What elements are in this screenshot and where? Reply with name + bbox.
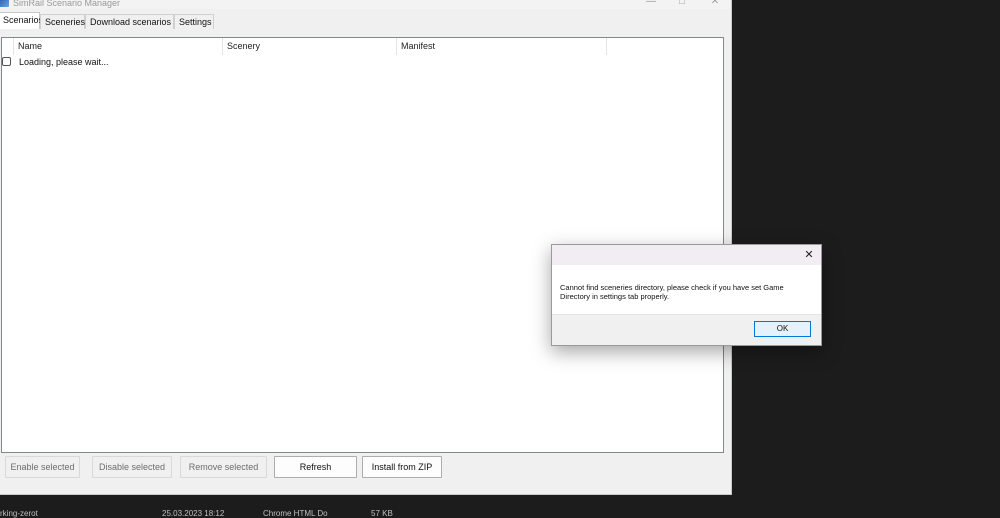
background-file-type: Chrome HTML Do bbox=[263, 509, 328, 518]
column-header-scenery[interactable]: Scenery bbox=[223, 38, 397, 55]
row-name: Loading, please wait... bbox=[19, 57, 109, 67]
dialog-message: Cannot find sceneries directory, please … bbox=[560, 283, 784, 301]
list-item[interactable]: Loading, please wait... bbox=[2, 55, 723, 70]
enable-selected-button[interactable]: Enable selected bbox=[5, 456, 80, 478]
dialog-close-icon[interactable]: ✕ bbox=[801, 247, 817, 263]
maximize-button[interactable]: □ bbox=[672, 0, 692, 7]
app-icon bbox=[0, 0, 9, 7]
minimize-button[interactable]: — bbox=[641, 0, 661, 7]
column-header-manifest[interactable]: Manifest bbox=[397, 38, 607, 55]
list-header: Name Scenery Manifest bbox=[2, 38, 723, 55]
background-file-name: rking-zerot bbox=[0, 509, 38, 518]
checkbox-column-header[interactable] bbox=[2, 38, 14, 55]
install-from-zip-button[interactable]: Install from ZIP bbox=[362, 456, 442, 478]
title-bar: SimRail Scenario Manager — □ ✕ bbox=[0, 0, 731, 9]
row-checkbox[interactable] bbox=[2, 57, 11, 66]
refresh-button[interactable]: Refresh bbox=[274, 456, 357, 478]
column-header-name[interactable]: Name bbox=[14, 38, 223, 55]
tab-settings[interactable]: Settings bbox=[174, 14, 214, 29]
close-window-button[interactable]: ✕ bbox=[705, 0, 725, 7]
tab-download-scenarios[interactable]: Download scenarios bbox=[85, 14, 174, 29]
dialog-footer: OK bbox=[552, 314, 821, 345]
tab-sceneries[interactable]: Sceneries bbox=[40, 14, 85, 29]
remove-selected-button[interactable]: Remove selected bbox=[180, 456, 267, 478]
background-file-size: 57 KB bbox=[371, 509, 393, 518]
background-file-date: 25.03.2023 18:12 bbox=[162, 509, 225, 518]
disable-selected-button[interactable]: Disable selected bbox=[92, 456, 172, 478]
window-title: SimRail Scenario Manager bbox=[13, 0, 121, 8]
ok-button[interactable]: OK bbox=[754, 321, 811, 337]
tab-scenarios[interactable]: Scenarios bbox=[0, 12, 43, 29]
dialog-title-bar: ✕ bbox=[552, 245, 821, 265]
error-dialog: ✕ Cannot find sceneries directory, pleas… bbox=[551, 244, 822, 346]
